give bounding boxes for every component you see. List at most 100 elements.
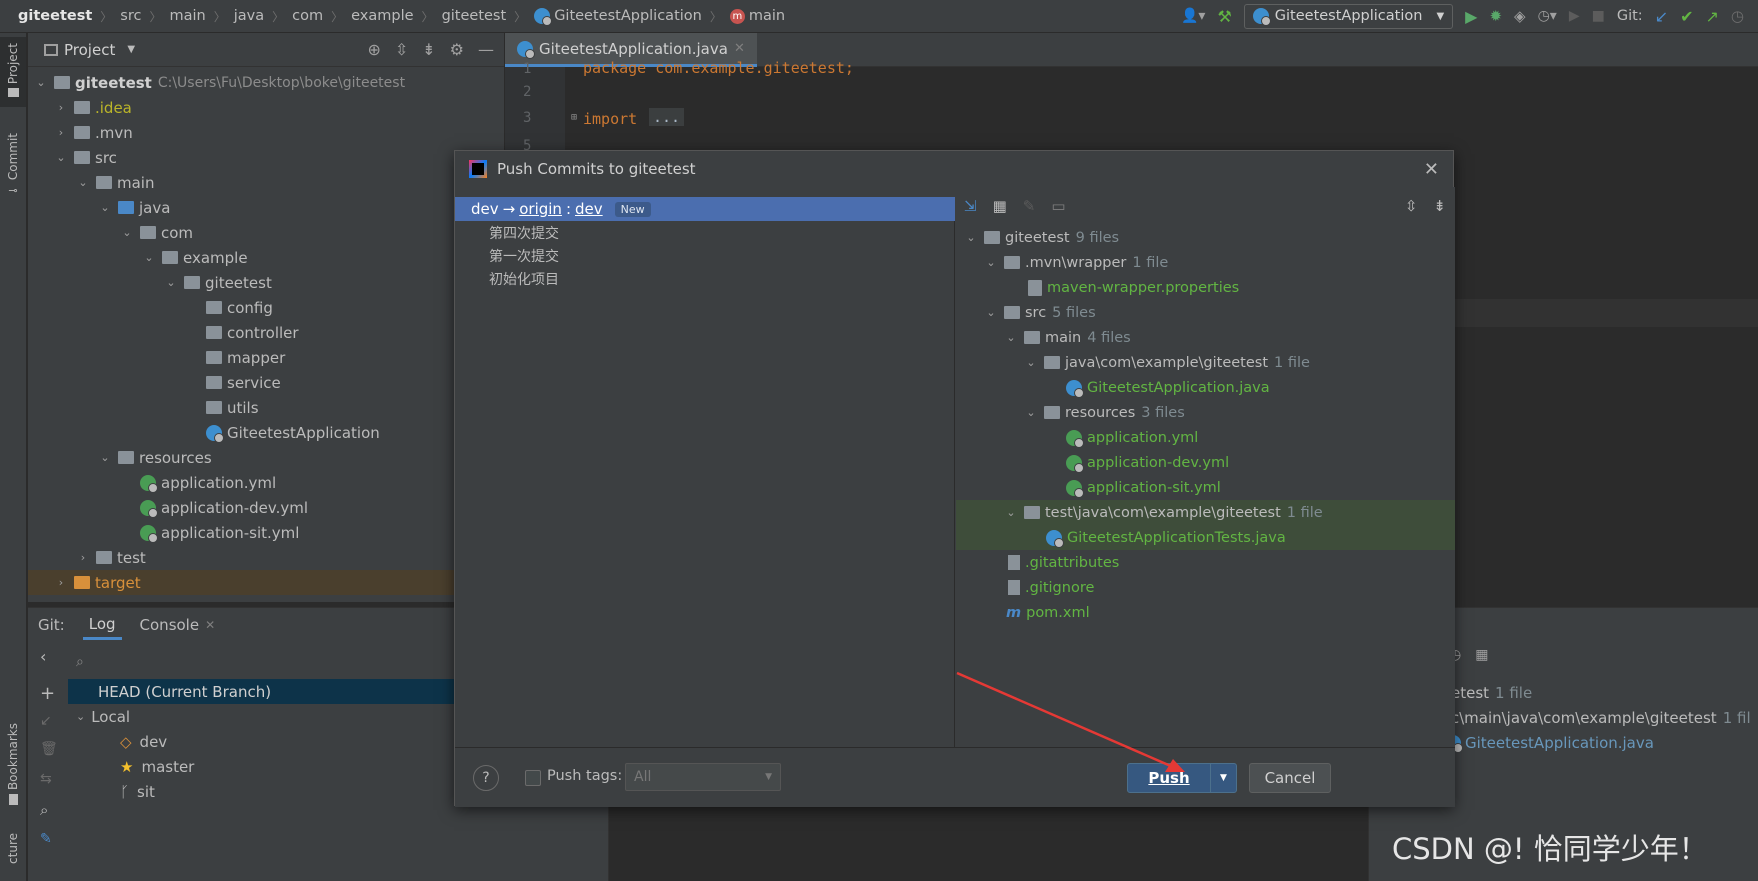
folded-code[interactable]: ... bbox=[649, 108, 685, 126]
tree-node-utils[interactable]: utils bbox=[200, 395, 259, 420]
collapse-all-icon[interactable]: ⇟ bbox=[1433, 197, 1446, 215]
breadcrumb-main[interactable]: main bbox=[169, 8, 205, 24]
change-file-pom[interactable]: m pom.xml bbox=[1002, 600, 1090, 625]
remote-branch[interactable]: dev bbox=[575, 200, 603, 218]
push-target-row[interactable]: dev → origin : dev New bbox=[455, 197, 955, 221]
commit-item[interactable]: 初始化项目 bbox=[489, 269, 559, 289]
bookmarks-tool-button[interactable]: Bookmarks bbox=[0, 723, 26, 823]
tree-node-src[interactable]: ⌄ src bbox=[54, 145, 117, 170]
structure-tool-button[interactable]: cture bbox=[0, 833, 26, 881]
tab-console[interactable]: Console ✕ bbox=[140, 616, 216, 634]
tree-node-java[interactable]: ⌄ java bbox=[98, 195, 170, 220]
build-hammer-icon[interactable]: ⚒ bbox=[1217, 7, 1231, 26]
change-file-yml[interactable]: application.yml bbox=[1060, 425, 1198, 450]
breadcrumb-java[interactable]: java bbox=[234, 8, 264, 24]
change-file-yml-dev[interactable]: application-dev.yml bbox=[1060, 450, 1229, 475]
branch-master[interactable]: ★ master bbox=[120, 754, 194, 779]
change-file-gitignore[interactable]: .gitignore bbox=[1002, 575, 1094, 600]
tree-node-yml[interactable]: application.yml bbox=[134, 470, 276, 495]
locate-icon[interactable]: ⊕ bbox=[367, 40, 380, 59]
project-tool-button[interactable]: Project bbox=[0, 37, 26, 107]
tree-node-resources[interactable]: ⌄ resources bbox=[98, 445, 211, 470]
profile-icon[interactable]: ◷▾ bbox=[1538, 8, 1557, 24]
preview-icon[interactable]: ▭ bbox=[1051, 197, 1065, 215]
tree-node-config[interactable]: config bbox=[200, 295, 273, 320]
change-node-test[interactable]: ⌄ test\java\com\example\giteetest 1 file bbox=[956, 500, 1455, 525]
tree-node-idea[interactable]: › .idea bbox=[54, 95, 132, 120]
breadcrumb-com[interactable]: com bbox=[292, 8, 323, 24]
collapse-panel-icon[interactable]: ‹ bbox=[40, 647, 46, 666]
new-branch-icon[interactable]: + bbox=[40, 683, 55, 704]
history-icon[interactable]: ◷ bbox=[1731, 7, 1744, 25]
push-tags-checkbox[interactable] bbox=[525, 770, 541, 786]
details-file[interactable]: GiteetestApplication.java bbox=[1445, 731, 1654, 755]
breadcrumb-method[interactable]: main bbox=[749, 8, 785, 24]
breadcrumb-project[interactable]: giteetest bbox=[18, 8, 92, 24]
close-icon[interactable]: ✕ bbox=[734, 41, 745, 56]
collapse-all-icon[interactable]: ⇟ bbox=[422, 40, 435, 59]
compare-icon[interactable]: ⇲ bbox=[964, 197, 977, 215]
tree-node-controller[interactable]: controller bbox=[200, 320, 299, 345]
change-file-gitattributes[interactable]: .gitattributes bbox=[1002, 550, 1119, 575]
fold-icon[interactable]: ⊞ bbox=[571, 112, 577, 123]
project-view-title[interactable]: Project bbox=[64, 41, 115, 59]
change-node-resources[interactable]: ⌄ resources 3 files bbox=[1024, 400, 1184, 425]
push-arrow-icon[interactable]: ↗ bbox=[1706, 7, 1719, 26]
tree-node-yml-dev[interactable]: application-dev.yml bbox=[134, 495, 308, 520]
tree-node-root[interactable]: ⌄ giteetest C:\Users\Fu\Desktop\boke\gitee… bbox=[34, 70, 405, 95]
push-dropdown-arrow[interactable]: ▼ bbox=[1210, 764, 1236, 792]
commit-check-icon[interactable]: ✔ bbox=[1680, 7, 1693, 26]
breadcrumb-giteetest[interactable]: giteetest bbox=[442, 8, 507, 24]
details-path[interactable]: rc\main\java\com\example\giteetest 1 fil bbox=[1445, 706, 1751, 730]
branch-sit[interactable]: ᚴ sit bbox=[120, 779, 155, 804]
change-node-main[interactable]: ⌄ main 4 files bbox=[1004, 325, 1130, 350]
cancel-button[interactable]: Cancel bbox=[1249, 763, 1331, 793]
change-file-tests[interactable]: GiteetestApplicationTests.java bbox=[956, 525, 1455, 550]
close-icon[interactable]: ✕ bbox=[205, 618, 215, 632]
tree-node-app[interactable]: GiteetestApplication bbox=[200, 420, 380, 445]
update-project-icon[interactable]: ↙ bbox=[1655, 7, 1668, 26]
breadcrumb-example[interactable]: example bbox=[351, 8, 413, 24]
change-node-src[interactable]: ⌄ src 5 files bbox=[984, 300, 1095, 325]
group-by-icon[interactable]: ▦ bbox=[993, 197, 1007, 215]
remote-name[interactable]: origin bbox=[519, 200, 562, 218]
tree-node-giteetest[interactable]: ⌄ giteetest bbox=[164, 270, 271, 295]
change-file-maven-wrapper[interactable]: maven-wrapper.properties bbox=[1022, 275, 1239, 300]
branch-dev[interactable]: ◇ dev bbox=[120, 729, 167, 754]
tree-node-mvn[interactable]: › .mvn bbox=[54, 120, 133, 145]
tree-node-target[interactable]: › target bbox=[28, 570, 504, 595]
tree-node-yml-sit[interactable]: application-sit.yml bbox=[134, 520, 299, 545]
close-icon[interactable]: ✕ bbox=[1424, 159, 1439, 180]
change-file-yml-sit[interactable]: application-sit.yml bbox=[1060, 475, 1221, 500]
debug-icon[interactable]: ✹ bbox=[1489, 7, 1502, 25]
change-node-root[interactable]: ⌄ giteetest 9 files bbox=[964, 225, 1119, 250]
breadcrumb-class[interactable]: GiteetestApplication bbox=[554, 8, 702, 24]
branch-local-group[interactable]: ⌄ Local bbox=[76, 704, 130, 729]
breadcrumb-src[interactable]: src bbox=[120, 8, 141, 24]
tree-node-service[interactable]: service bbox=[200, 370, 281, 395]
run-config-select[interactable]: GiteetestApplication ▼ bbox=[1243, 3, 1454, 29]
change-file-app[interactable]: GiteetestApplication.java bbox=[1060, 375, 1270, 400]
tree-node-example[interactable]: ⌄ example bbox=[142, 245, 247, 270]
tab-log[interactable]: Log bbox=[82, 609, 122, 640]
tree-node-mapper[interactable]: mapper bbox=[200, 345, 285, 370]
run-icon[interactable]: ▶ bbox=[1465, 7, 1477, 26]
expand-all-icon[interactable]: ⇳ bbox=[395, 40, 408, 59]
commit-item[interactable]: 第四次提交 bbox=[489, 223, 559, 243]
search-icon[interactable]: ⌕ bbox=[40, 801, 48, 819]
hide-icon[interactable]: — bbox=[478, 40, 494, 59]
edit-icon[interactable]: ✎ bbox=[40, 831, 52, 847]
help-button[interactable]: ? bbox=[473, 765, 499, 791]
commit-tool-button[interactable]: Commit ⊸ bbox=[0, 133, 26, 213]
tree-node-test[interactable]: › test bbox=[76, 545, 146, 570]
details-root[interactable]: etest 1 file bbox=[1451, 681, 1532, 705]
group-by-icon[interactable]: ▦ bbox=[1475, 647, 1488, 663]
gear-icon[interactable]: ⚙ bbox=[450, 40, 464, 59]
user-icon[interactable]: 👤▾ bbox=[1181, 8, 1205, 24]
tree-node-main[interactable]: ⌄ main bbox=[76, 170, 154, 195]
commit-item[interactable]: 第一次提交 bbox=[489, 246, 559, 266]
change-node-package[interactable]: ⌄ java\com\example\giteetest 1 file bbox=[1024, 350, 1310, 375]
expand-all-icon[interactable]: ⇳ bbox=[1405, 197, 1418, 215]
tree-node-com[interactable]: ⌄ com bbox=[120, 220, 193, 245]
change-node-mvn[interactable]: ⌄ .mvn\wrapper 1 file bbox=[984, 250, 1168, 275]
